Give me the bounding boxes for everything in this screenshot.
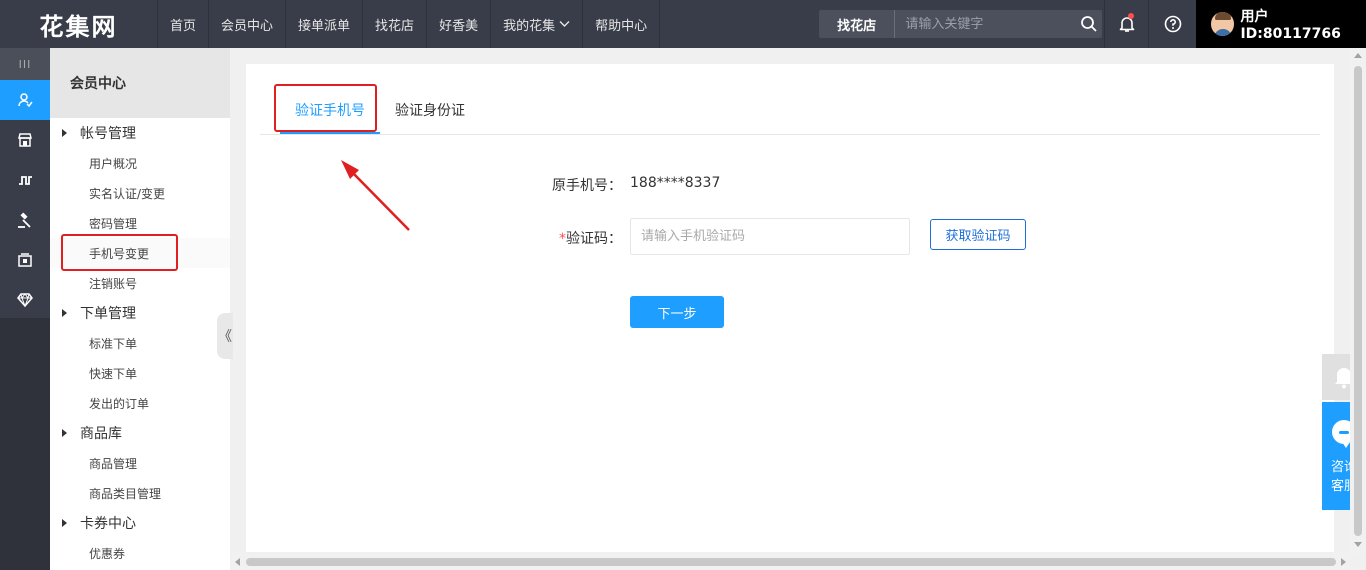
menu-item-user-overview[interactable]: 用户概况	[50, 148, 230, 178]
avatar	[1211, 12, 1235, 36]
caret-right-icon	[62, 429, 67, 437]
tab-verify-id-card[interactable]: 验证身份证	[395, 86, 465, 134]
side-menu: 会员中心 帐号管理 用户概况 实名认证/变更 密码管理 手机号变更 注销账号 下…	[50, 48, 230, 570]
notification-dot	[1128, 13, 1134, 19]
horizontal-scroll-thumb[interactable]	[246, 558, 1336, 566]
get-code-button[interactable]: 获取验证码	[930, 219, 1026, 250]
rail-gavel-icon[interactable]	[0, 200, 50, 240]
menu-group-orders[interactable]: 下单管理	[50, 298, 230, 328]
required-mark: *	[559, 231, 566, 247]
rail-toggle-handle[interactable]: III	[0, 48, 50, 80]
menu-group-label: 商品库	[80, 426, 122, 442]
caret-right-icon	[62, 309, 67, 317]
caret-right-icon	[62, 129, 67, 137]
menu-item-realname-auth[interactable]: 实名认证/变更	[50, 178, 230, 208]
caret-right-icon	[62, 519, 67, 527]
search-scope-select[interactable]: 找花店	[819, 10, 896, 38]
site-logo[interactable]: 花集网	[0, 0, 158, 48]
vertical-scroll-thumb[interactable]	[1354, 66, 1362, 536]
menu-item-cancel-account[interactable]: 注销账号	[50, 268, 230, 298]
icon-rail-bottom	[0, 318, 50, 570]
code-label-row: *验证码：	[540, 228, 622, 248]
menu-item-quick-order[interactable]: 快速下单	[50, 358, 230, 388]
original-phone-label: 原手机号：	[552, 178, 622, 194]
code-label: 验证码：	[566, 231, 622, 247]
verify-tabs: 验证手机号 验证身份证	[260, 86, 1320, 135]
user-menu[interactable]: 用户ID:80117766	[1196, 0, 1366, 48]
annotation-arrow-icon	[341, 160, 410, 231]
user-id-label: 用户ID:80117766	[1240, 9, 1341, 42]
search-bar: 找花店	[819, 10, 1102, 38]
menu-item-standard-order[interactable]: 标准下单	[50, 328, 230, 358]
collapse-sidebar-button[interactable]: 《	[217, 313, 233, 359]
active-tab-indicator	[280, 132, 380, 134]
menu-item-product-manage[interactable]: 商品管理	[50, 448, 230, 478]
main-nav: 首页 会员中心 接单派单 找花店 好香美 我的花集 帮助中心	[158, 0, 661, 48]
nav-member-center[interactable]: 会员中心	[209, 0, 287, 48]
menu-group-products[interactable]: 商品库	[50, 418, 230, 448]
scroll-down-arrow-icon[interactable]	[1354, 542, 1362, 547]
menu-group-label: 下单管理	[80, 306, 136, 322]
nav-my-huaji-label: 我的花集	[503, 18, 556, 34]
side-menu-title: 会员中心	[50, 48, 230, 118]
rail-diamond-icon[interactable]	[0, 280, 50, 320]
rail-store-icon[interactable]	[0, 120, 50, 160]
original-phone-value: 188****8337	[630, 175, 721, 191]
menu-item-coupons[interactable]: 优惠券	[50, 538, 230, 568]
nav-find-florist[interactable]: 找花店	[363, 0, 428, 48]
nav-help-center[interactable]: 帮助中心	[583, 0, 661, 48]
scroll-right-arrow-icon[interactable]	[1341, 558, 1346, 566]
help-icon[interactable]	[1148, 0, 1196, 48]
rail-coupon-icon[interactable]	[0, 240, 50, 280]
nav-orders-dispatch[interactable]: 接单派单	[286, 0, 364, 48]
annotation-box-menu-item	[61, 234, 178, 271]
menu-item-sent-orders[interactable]: 发出的订单	[50, 388, 230, 418]
nav-my-huaji[interactable]: 我的花集	[491, 0, 584, 48]
notification-bell-icon[interactable]	[1104, 0, 1148, 48]
nav-home[interactable]: 首页	[158, 0, 210, 48]
nav-haoxiangmei[interactable]: 好香美	[427, 0, 492, 48]
annotation-box-tab	[274, 84, 377, 132]
menu-group-label: 卡券中心	[80, 516, 136, 532]
scroll-up-arrow-icon[interactable]	[1354, 53, 1362, 58]
content-card	[246, 64, 1334, 552]
menu-group-coupons[interactable]: 卡券中心	[50, 508, 230, 538]
rail-route-icon[interactable]	[0, 160, 50, 200]
rail-member-icon[interactable]	[0, 80, 50, 120]
search-icon[interactable]	[1075, 10, 1102, 38]
menu-group-label: 帐号管理	[80, 126, 136, 142]
menu-group-account[interactable]: 帐号管理	[50, 118, 230, 148]
scroll-left-arrow-icon[interactable]	[235, 558, 240, 566]
menu-item-category-manage[interactable]: 商品类目管理	[50, 478, 230, 508]
search-input[interactable]	[895, 10, 1076, 38]
chevron-down-icon	[559, 18, 570, 31]
next-step-button[interactable]: 下一步	[630, 296, 724, 328]
verification-code-input[interactable]	[630, 218, 910, 255]
